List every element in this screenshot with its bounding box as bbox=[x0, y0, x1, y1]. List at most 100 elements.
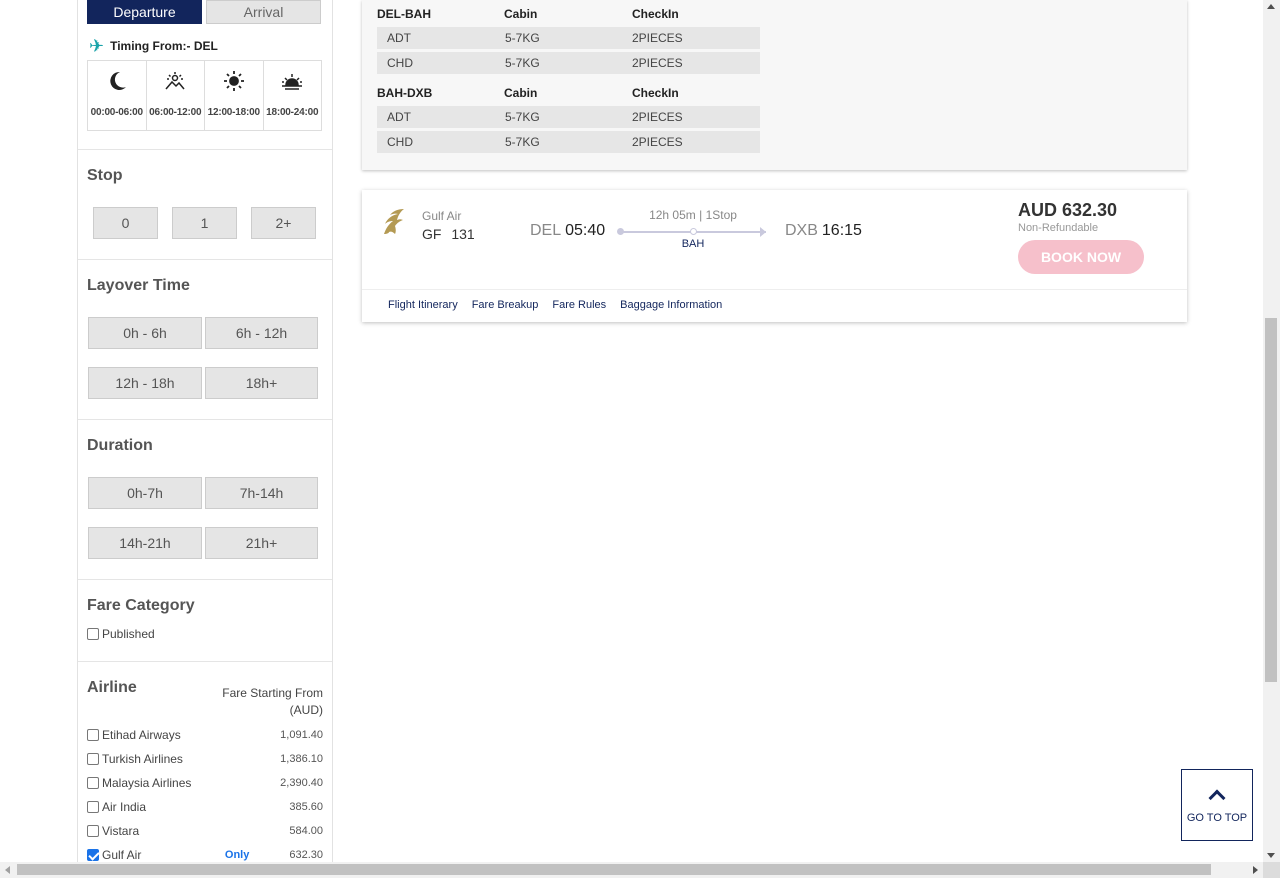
checkin-value: 2PIECES bbox=[632, 110, 683, 124]
airline-price: 1,386.10 bbox=[280, 753, 323, 765]
time-slot-label: 18:00-24:00 bbox=[266, 107, 319, 118]
fare-rules-link[interactable]: Fare Rules bbox=[552, 299, 606, 311]
layover-12-18-button[interactable]: 12h - 18h bbox=[88, 367, 202, 399]
duration-title: Duration bbox=[87, 437, 153, 454]
book-now-button[interactable]: BOOK NOW bbox=[1018, 240, 1144, 274]
checkbox-label: Published bbox=[102, 627, 155, 641]
pax-type: CHD bbox=[387, 135, 413, 149]
timing-title: ✈ Timing From:- DEL bbox=[89, 37, 218, 55]
flight-number: GF 131 bbox=[422, 226, 475, 242]
baggage-header: BAH-DXB Cabin CheckIn bbox=[377, 85, 760, 101]
airline-price: 1,091.40 bbox=[280, 729, 323, 741]
pax-type: ADT bbox=[387, 110, 411, 124]
airline-name: Etihad Airways bbox=[102, 728, 181, 742]
time-slot-label: 06:00-12:00 bbox=[149, 107, 202, 118]
direction-tabs: Departure Arrival bbox=[87, 0, 321, 24]
divider bbox=[78, 259, 332, 260]
tab-arrival[interactable]: Arrival bbox=[206, 0, 321, 24]
arrival-time: 16:15 bbox=[821, 222, 862, 239]
scroll-left-arrow-icon[interactable] bbox=[5, 866, 10, 874]
route-stop-dot bbox=[690, 228, 697, 235]
scroll-right-arrow-icon[interactable] bbox=[1253, 866, 1258, 874]
go-to-top-label: GO TO TOP bbox=[1186, 812, 1248, 824]
time-slot-label: 12:00-18:00 bbox=[207, 107, 260, 118]
column-checkin: CheckIn bbox=[632, 86, 679, 100]
airline-name: Gulf Air bbox=[422, 209, 462, 223]
checkin-value: 2PIECES bbox=[632, 135, 683, 149]
baggage-row: CHD 5-7KG 2PIECES bbox=[377, 131, 760, 153]
fare-price: AUD 632.30 bbox=[1018, 200, 1118, 220]
airline-checkbox[interactable] bbox=[87, 753, 99, 765]
time-slot-grid: 00:00-06:00 06:00-12:00 12:00-18:00 18:0… bbox=[87, 60, 322, 131]
time-slot-morning[interactable]: 06:00-12:00 bbox=[147, 61, 205, 130]
column-cabin: Cabin bbox=[504, 86, 538, 100]
scrollbar-corner bbox=[1263, 862, 1280, 878]
arrival-info: DXB 16:15 bbox=[785, 222, 862, 240]
flight-detail-links: Flight Itinerary Fare Breakup Fare Rules… bbox=[388, 299, 722, 311]
airline-checkbox[interactable] bbox=[87, 825, 99, 837]
baggage-information-link[interactable]: Baggage Information bbox=[620, 299, 722, 311]
airline-item[interactable]: Etihad Airways 1,091.40 bbox=[87, 728, 323, 742]
layover-18plus-button[interactable]: 18h+ bbox=[205, 367, 318, 399]
fare-starting-from-label: Fare Starting From (AUD) bbox=[222, 686, 323, 717]
layover-6-12-button[interactable]: 6h - 12h bbox=[205, 317, 318, 349]
baggage-header: DEL-BAH Cabin CheckIn bbox=[377, 6, 760, 22]
flight-result-card: Gulf Air GF 131 DEL 05:40 12h 05m | 1Stop… bbox=[362, 190, 1187, 322]
fare-breakup-link[interactable]: Fare Breakup bbox=[472, 299, 539, 311]
fare-category-title: Fare Category bbox=[87, 597, 195, 614]
only-link[interactable]: Only bbox=[225, 849, 249, 861]
airline-checkbox[interactable] bbox=[87, 777, 99, 789]
airline-name: Gulf Air bbox=[102, 848, 142, 862]
divider bbox=[78, 579, 332, 580]
airline-item[interactable]: Gulf Air Only 632.30 bbox=[87, 848, 323, 862]
duration-21plus-button[interactable]: 21h+ bbox=[205, 527, 318, 559]
stop-2plus-button[interactable]: 2+ bbox=[251, 207, 316, 239]
airline-name: Vistara bbox=[102, 824, 140, 838]
divider bbox=[78, 149, 332, 150]
fare-category-published[interactable]: Published bbox=[87, 627, 323, 641]
tab-departure[interactable]: Departure bbox=[87, 0, 202, 24]
segment-route: DEL-BAH bbox=[377, 7, 431, 21]
airline-checkbox[interactable] bbox=[87, 729, 99, 741]
airline-name: Air India bbox=[102, 800, 147, 814]
scroll-down-arrow-icon[interactable] bbox=[1267, 853, 1275, 858]
scroll-up-arrow-icon[interactable] bbox=[1267, 4, 1275, 9]
duration-0-7-button[interactable]: 0h-7h bbox=[88, 477, 202, 509]
airline-item[interactable]: Vistara 584.00 bbox=[87, 824, 323, 838]
flight-itinerary-link[interactable]: Flight Itinerary bbox=[388, 299, 458, 311]
airline-item[interactable]: Turkish Airlines 1,386.10 bbox=[87, 752, 323, 766]
time-slot-night[interactable]: 00:00-06:00 bbox=[88, 61, 147, 130]
airline-checkbox[interactable] bbox=[87, 849, 99, 861]
layover-0-6-button[interactable]: 0h - 6h bbox=[88, 317, 202, 349]
time-slot-afternoon[interactable]: 12:00-18:00 bbox=[205, 61, 264, 130]
time-slot-evening[interactable]: 18:00-24:00 bbox=[264, 61, 322, 130]
airline-checkbox[interactable] bbox=[87, 801, 99, 813]
stop-1-button[interactable]: 1 bbox=[172, 207, 237, 239]
column-cabin: Cabin bbox=[504, 7, 538, 21]
checkin-value: 2PIECES bbox=[632, 56, 683, 70]
departure-time: 05:40 bbox=[565, 222, 606, 239]
duration-14-21-button[interactable]: 14h-21h bbox=[88, 527, 202, 559]
gulf-air-logo-icon bbox=[384, 209, 404, 234]
baggage-row: ADT 5-7KG 2PIECES bbox=[377, 106, 760, 128]
vertical-scrollbar[interactable] bbox=[1263, 0, 1280, 862]
airline-name: Malaysia Airlines bbox=[102, 776, 192, 790]
go-to-top-button[interactable]: GO TO TOP bbox=[1181, 769, 1253, 841]
scrollbar-thumb[interactable] bbox=[1265, 318, 1277, 682]
airline-price: 385.60 bbox=[289, 801, 323, 813]
divider bbox=[78, 419, 332, 420]
departure-info: DEL 05:40 bbox=[530, 222, 605, 240]
stop-0-button[interactable]: 0 bbox=[93, 207, 158, 239]
plane-icon: ✈ bbox=[89, 36, 105, 56]
published-checkbox[interactable] bbox=[87, 628, 99, 640]
airline-item[interactable]: Malaysia Airlines 2,390.40 bbox=[87, 776, 323, 790]
checkin-value: 2PIECES bbox=[632, 31, 683, 45]
via-airport: BAH bbox=[681, 238, 705, 250]
airline-price: 584.00 bbox=[289, 825, 323, 837]
horizontal-scrollbar[interactable] bbox=[0, 862, 1263, 878]
airline-item[interactable]: Air India 385.60 bbox=[87, 800, 323, 814]
duration-7-14-button[interactable]: 7h-14h bbox=[205, 477, 318, 509]
scrollbar-thumb[interactable] bbox=[17, 864, 1211, 875]
pax-type: CHD bbox=[387, 56, 413, 70]
airline-price: 2,390.40 bbox=[280, 777, 323, 789]
